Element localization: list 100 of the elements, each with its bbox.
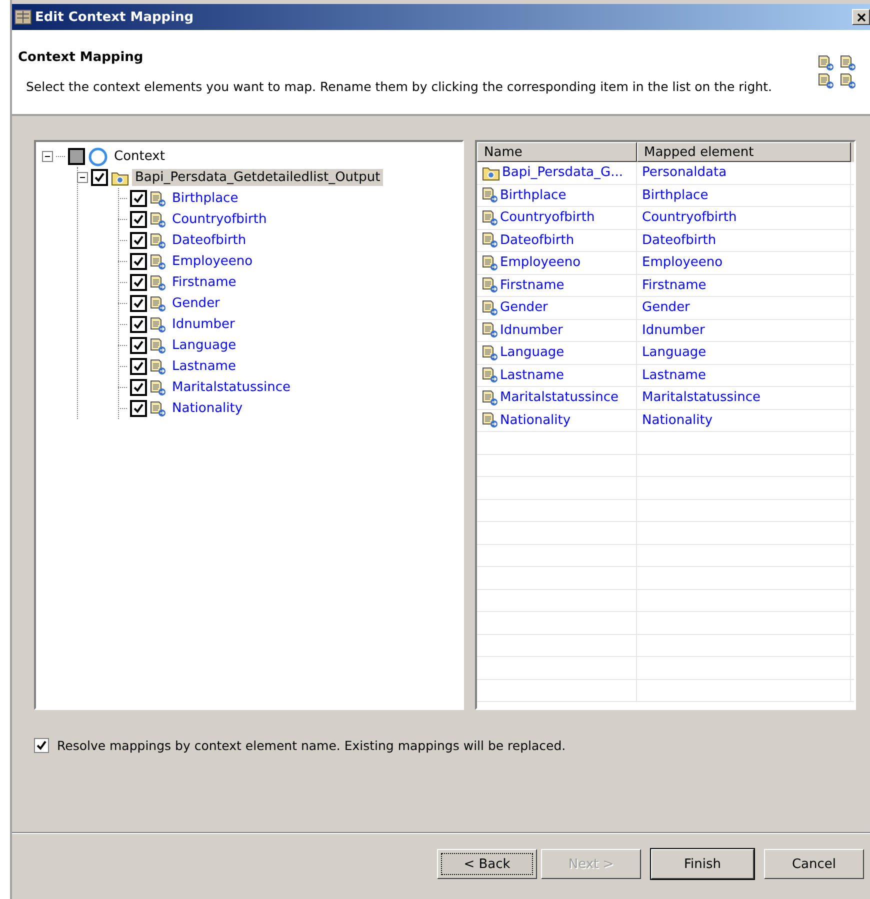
document-arrow-icon [150,190,166,206]
document-arrow-icon [150,212,166,228]
table-cell: Dateofbirth [637,230,851,251]
checkmark-icon [133,382,144,393]
folder-icon [482,164,500,181]
checkmark-icon [133,193,144,204]
document-arrow-icon [482,412,498,428]
collapse-toggle[interactable] [77,172,88,183]
table-cell: Language [637,342,851,364]
checkmark-icon [133,361,144,372]
table-cell: Maritalstatussince [637,387,851,408]
document-arrow-icon [482,322,498,338]
document-arrow-icon [482,344,498,361]
tree-item[interactable]: Language [169,337,240,354]
table-cell: Gender [477,297,637,318]
table-cell: Countryofbirth [637,207,851,228]
folder-icon [111,170,129,186]
document-arrow-icon [840,55,856,71]
checkmark-icon [133,340,144,351]
document-arrow-icon [818,73,834,89]
document-arrow-icon [482,210,498,226]
document-arrow-icon [150,400,166,416]
document-arrow-icon [150,232,166,248]
document-arrow-icon [150,274,166,290]
dialog-button[interactable]: Finish [651,849,754,879]
tree-item[interactable]: Bapi_Persdata_Getdetailedlist_Output [132,169,384,186]
checkbox-label: Resolve mappings by context element name. Existing mappings will be replaced. [57,738,566,753]
tree-item[interactable]: Gender [169,295,223,312]
tree-item[interactable]: Employeeno [169,253,256,270]
dialog-button[interactable]: < Back [437,849,537,879]
document-arrow-icon [482,254,498,271]
checkbox[interactable] [130,295,147,312]
checkbox[interactable] [130,316,147,333]
checkbox[interactable] [130,274,147,291]
tree-item[interactable]: Firstname [169,274,240,291]
document-arrow-icon [840,73,856,89]
checkmark-icon [94,172,105,183]
checkbox[interactable] [130,211,147,228]
circle-icon [88,146,108,166]
checkbox[interactable] [130,379,147,396]
document-arrow-icon [150,358,166,374]
document-arrow-icon [150,296,166,312]
document-arrow-icon [150,316,166,332]
page-title: Context Mapping [18,50,144,65]
table-cell: Idnumber [637,320,851,341]
page-description: Select the context elements you want to map. Rename them by clicking the corresponding item in the list on the right. [25,79,773,94]
checkmark-icon [133,235,144,246]
document-arrow-icon [482,390,498,406]
checkmark-icon [133,403,144,414]
app-icon [14,8,32,26]
checkbox[interactable] [130,232,147,249]
checkbox[interactable] [91,169,108,186]
window-title: Edit Context Mapping [35,10,195,24]
table-cell: Birthplace [637,184,851,206]
column-header[interactable]: Mapped element [637,142,851,162]
document-arrow-icon [150,338,166,354]
table-cell: Dateofbirth [477,230,637,251]
checkmark-icon [133,214,144,225]
table-cell: Lastname [637,364,851,386]
checkmark-icon [133,298,144,309]
document-arrow-icon [482,300,498,316]
table-cell: Idnumber [477,320,637,341]
document-arrow-icon [818,55,834,71]
tree-item[interactable]: Idnumber [169,316,238,333]
dialog-button[interactable]: Cancel [764,849,864,879]
tree-item[interactable]: Countryofbirth [169,211,270,228]
table-cell: Gender [637,297,851,318]
document-arrow-icon [482,367,498,384]
checkmark-icon [36,740,47,751]
table-cell: Lastname [477,364,637,386]
table-cell: Bapi_Persdata_G... [477,162,637,184]
close-icon [856,12,866,22]
tree-item[interactable]: Nationality [169,400,246,417]
checkbox[interactable] [130,190,147,207]
checkmark-icon [133,319,144,330]
table-cell: Employeeno [477,252,637,274]
table-cell: Birthplace [477,184,637,206]
table-cell: Language [477,342,637,364]
checkbox[interactable] [130,400,147,417]
collapse-toggle[interactable] [42,151,53,162]
tree-item[interactable]: Context [111,148,168,165]
tree-item[interactable]: Birthplace [169,190,242,207]
tree-item[interactable]: Lastname [169,358,239,375]
tree-item[interactable]: Maritalstatussince [169,379,294,396]
table-cell: Nationality [637,410,851,431]
table-cell: Countryofbirth [477,207,637,228]
checkbox[interactable] [130,337,147,354]
document-arrow-icon [482,232,498,248]
document-arrow-icon [150,254,166,270]
table-cell: Employeeno [637,252,851,274]
document-arrow-icon [482,187,498,204]
checkmark-icon [133,256,144,267]
column-header[interactable]: Name [477,142,637,162]
document-arrow-icon [150,380,166,396]
checkbox[interactable] [34,738,49,753]
checkbox[interactable] [130,358,147,375]
close-button[interactable] [852,9,870,25]
tree-item[interactable]: Dateofbirth [169,232,250,249]
table-cell: Personaldata [637,162,851,184]
checkbox[interactable] [130,253,147,270]
